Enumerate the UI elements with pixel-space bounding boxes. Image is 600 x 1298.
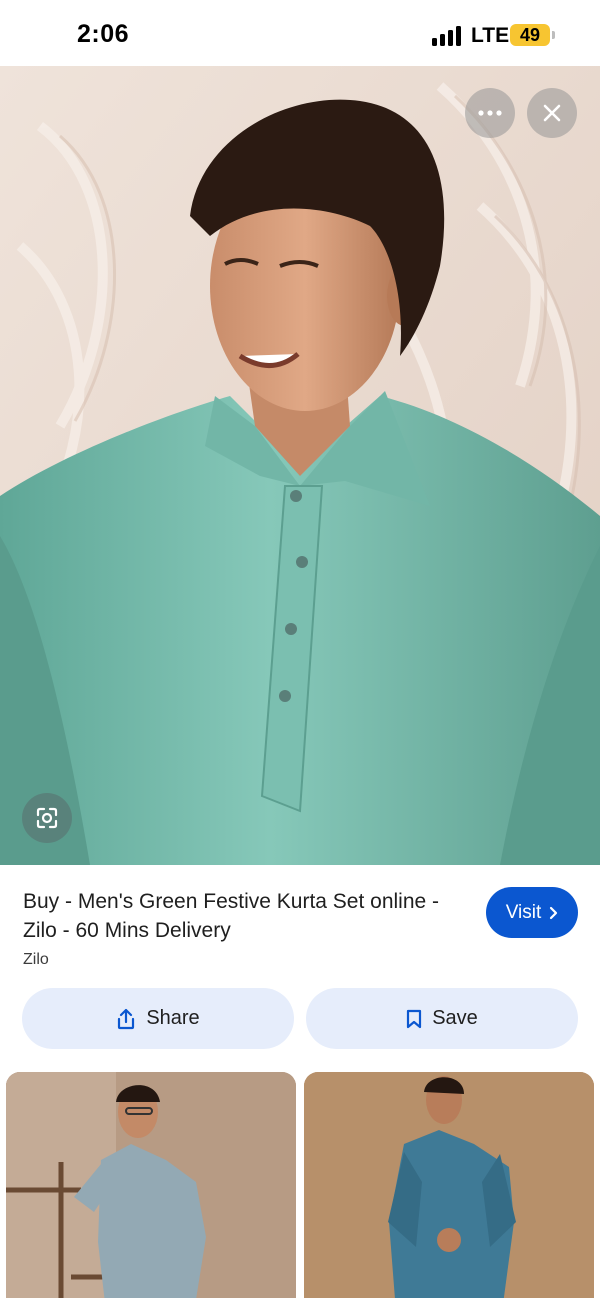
- battery-level: 49: [519, 25, 541, 45]
- result-title[interactable]: Buy - Men's Green Festive Kurta Set onli…: [23, 887, 473, 945]
- share-label: Share: [146, 1007, 200, 1029]
- visit-label: Visit: [505, 901, 542, 923]
- hero-image[interactable]: [0, 66, 600, 865]
- status-time: 2:06: [77, 20, 130, 48]
- related-photo-blue-kurta: [304, 1072, 594, 1298]
- lens-search-button[interactable]: [22, 793, 72, 843]
- bookmark-icon: [407, 1009, 422, 1028]
- result-source: Zilo: [23, 951, 49, 968]
- related-photo-grey-kurta: [6, 1072, 296, 1298]
- status-bar: 2:06 LTE 49: [0, 0, 600, 66]
- visit-button[interactable]: Visit: [486, 887, 578, 938]
- battery-tip: [552, 31, 555, 39]
- save-button[interactable]: Save: [306, 988, 578, 1049]
- close-button[interactable]: [527, 88, 577, 138]
- related-image-1[interactable]: [6, 1072, 296, 1298]
- network-type: LTE: [471, 24, 510, 47]
- lens-search-icon: [36, 807, 58, 829]
- battery-icon: 49: [510, 24, 550, 46]
- save-label: Save: [432, 1007, 478, 1029]
- product-photo: [0, 66, 600, 865]
- close-icon: [543, 104, 561, 122]
- signal-strength-icon: [432, 26, 464, 46]
- related-image-2[interactable]: [304, 1072, 594, 1298]
- more-horizontal-icon: [478, 110, 502, 116]
- share-button[interactable]: Share: [22, 988, 294, 1049]
- chevron-right-icon: [550, 906, 558, 919]
- share-icon: [118, 1008, 135, 1029]
- more-options-button[interactable]: [465, 88, 515, 138]
